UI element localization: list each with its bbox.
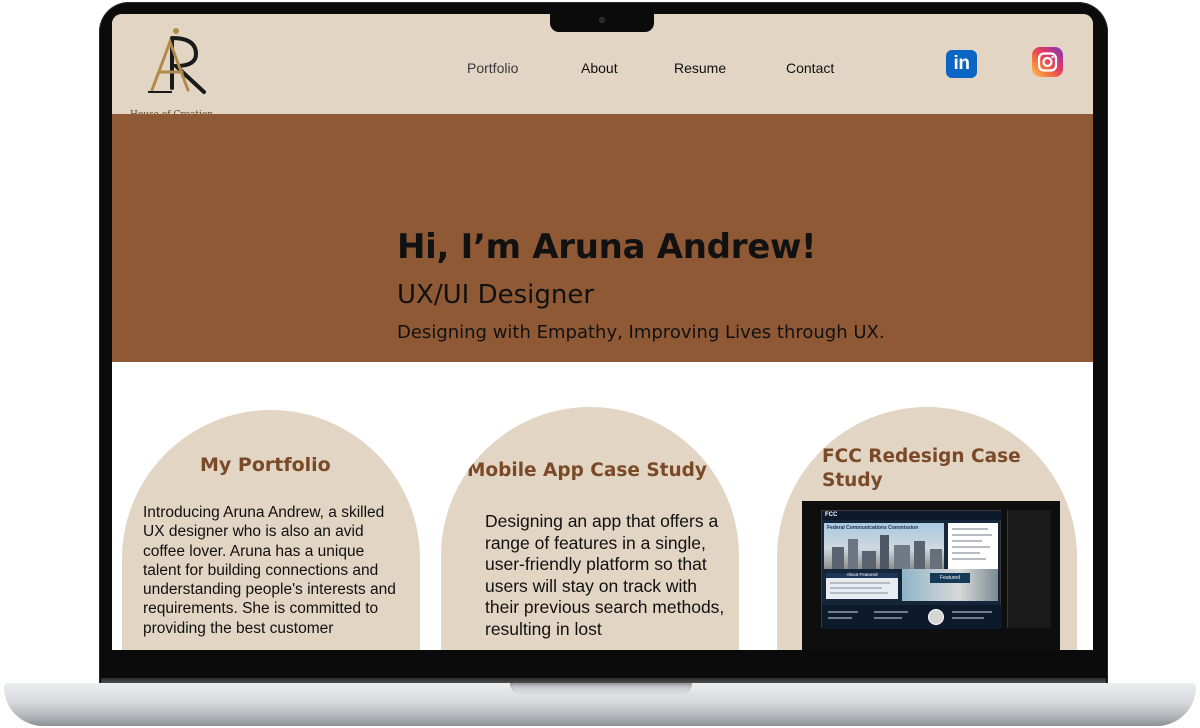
card-my-portfolio[interactable]: My Portfolio Introducing Aruna Andrew, a… xyxy=(122,410,420,650)
seal-icon xyxy=(928,609,944,625)
thumbnail-building xyxy=(914,541,925,569)
card-title: Mobile App Case Study xyxy=(467,460,707,481)
thumbnail-text-line xyxy=(830,587,882,589)
thumbnail-building xyxy=(880,535,889,569)
thumbnail-text-line xyxy=(874,611,908,613)
screen: House of Creation Portfolio About Resume… xyxy=(112,14,1093,650)
thumbnail-text-line xyxy=(952,617,984,619)
nav-portfolio[interactable]: Portfolio xyxy=(467,60,518,76)
nav-contact[interactable]: Contact xyxy=(786,60,834,76)
thumbnail-logo: FCC xyxy=(825,512,838,518)
nav-about[interactable]: About xyxy=(581,60,618,76)
card-title: FCC Redesign Case Study xyxy=(822,446,1021,491)
thumbnail-photo: Featured xyxy=(902,569,998,601)
linkedin-label: in xyxy=(953,53,970,74)
thumbnail-text-line xyxy=(828,617,852,619)
thumbnail-featured-label: About Featured xyxy=(846,572,878,577)
thumbnail-nav: FCC xyxy=(822,511,1002,520)
laptop-notch xyxy=(550,14,654,32)
thumbnail-building xyxy=(930,549,942,569)
thumbnail-featured-header: About Featured xyxy=(826,572,898,578)
thumbnail-text-line xyxy=(874,617,902,619)
thumbnail-building xyxy=(862,551,876,569)
camera-icon xyxy=(599,17,605,23)
thumbnail-text-line xyxy=(952,552,980,554)
instagram-icon[interactable] xyxy=(1032,47,1063,77)
hero-tagline: Designing with Empathy, Improving Lives … xyxy=(397,322,885,343)
thumbnail-text-line xyxy=(952,540,982,542)
thumbnail-text-line xyxy=(952,534,992,536)
thumbnail-text-line xyxy=(952,546,990,548)
thumbnail-text-line xyxy=(828,611,858,613)
thumbnail-screen: FCC Federal Communications Commission Ab… xyxy=(821,510,1002,629)
hero-role: UX/UI Designer xyxy=(397,280,595,310)
instagram-glyph-icon xyxy=(1037,52,1058,72)
thumbnail-side-panel xyxy=(1007,510,1051,628)
thumbnail-photo-tag: Featured xyxy=(930,573,970,583)
linkedin-icon[interactable]: in xyxy=(946,50,977,78)
card-mobile-app-case-study[interactable]: Mobile App Case Study Designing an app t… xyxy=(441,407,739,650)
thumbnail-featured-box: About Featured xyxy=(826,572,898,599)
logo-mark-icon xyxy=(148,28,206,94)
thumbnail-text-line xyxy=(952,558,986,560)
thumbnail-text-line xyxy=(952,528,988,530)
card-title: My Portfolio xyxy=(200,454,331,476)
hero-heading: Hi, I’m Aruna Andrew! xyxy=(397,227,817,267)
laptop-opening-groove xyxy=(510,683,692,695)
thumbnail-building xyxy=(848,539,858,569)
nav-resume[interactable]: Resume xyxy=(674,60,726,76)
card-description: Designing an app that offers a range of … xyxy=(485,511,725,639)
card-fcc-redesign-case-study[interactable]: FCC Redesign Case Study FCC Federal Comm… xyxy=(777,407,1077,650)
thumbnail-sidebar xyxy=(948,523,998,569)
thumbnail-footer xyxy=(822,605,1002,629)
thumbnail-text-line xyxy=(952,611,992,613)
card-description: Introducing Aruna Andrew, a skilled UX d… xyxy=(143,504,396,637)
fcc-thumbnail[interactable]: FCC Federal Communications Commission Ab… xyxy=(802,501,1060,650)
hero-section: Hi, I’m Aruna Andrew! UX/UI Designer Des… xyxy=(112,114,1093,362)
thumbnail-hero: Federal Communications Commission xyxy=(824,523,944,569)
thumbnail-hero-title: Federal Communications Commission xyxy=(827,525,919,531)
thumbnail-building xyxy=(832,547,844,569)
thumbnail-building xyxy=(894,545,910,569)
thumbnail-text-line xyxy=(830,582,890,584)
logo[interactable]: House of Creation xyxy=(130,26,220,120)
thumbnail-text-line xyxy=(830,592,888,594)
